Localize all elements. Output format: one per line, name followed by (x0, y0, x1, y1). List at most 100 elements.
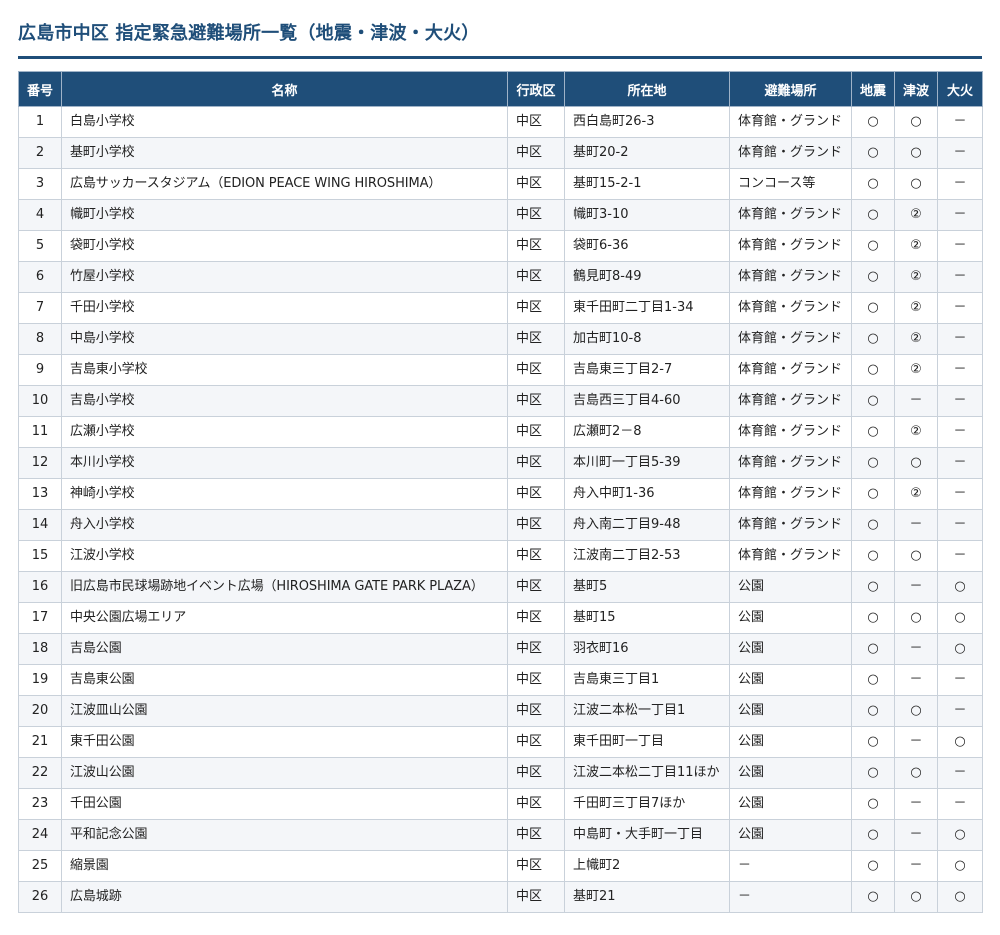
cell-shelter-type: 体育館・グランド (729, 354, 852, 386)
cell-fire: － (937, 292, 983, 324)
cell-earthquake: ○ (851, 881, 895, 913)
table-row: 6 竹屋小学校 中区 鶴見町8-49 体育館・グランド ○ ② － (18, 261, 983, 293)
cell-name: 広瀬小学校 (61, 416, 508, 448)
cell-tsunami: － (894, 385, 938, 417)
cell-address: 基町15-2-1 (564, 168, 730, 200)
cell-earthquake: ○ (851, 633, 895, 665)
cell-tsunami: ○ (894, 881, 938, 913)
cell-number: 22 (18, 757, 62, 789)
table-row: 18 吉島公園 中区 羽衣町16 公園 ○ － ○ (18, 633, 983, 665)
cell-ward: 中区 (507, 757, 565, 789)
cell-shelter-type: 体育館・グランド (729, 106, 852, 138)
cell-name: 吉島小学校 (61, 385, 508, 417)
cell-name: 白島小学校 (61, 106, 508, 138)
cell-shelter-type: 体育館・グランド (729, 230, 852, 262)
cell-fire: － (937, 695, 983, 727)
cell-earthquake: ○ (851, 819, 895, 851)
cell-tsunami: ○ (894, 757, 938, 789)
cell-shelter-type: 公園 (729, 664, 852, 696)
cell-earthquake: ○ (851, 416, 895, 448)
cell-address: 江波二本松一丁目1 (564, 695, 730, 727)
table-row: 26 広島城跡 中区 基町21 － ○ ○ ○ (18, 881, 983, 913)
cell-tsunami: ② (894, 199, 938, 231)
cell-fire: ○ (937, 602, 983, 634)
cell-ward: 中区 (507, 385, 565, 417)
cell-fire: － (937, 261, 983, 293)
table-row: 24 平和記念公園 中区 中島町・大手町一丁目 公園 ○ － ○ (18, 819, 983, 851)
cell-tsunami: ② (894, 261, 938, 293)
cell-ward: 中区 (507, 602, 565, 634)
cell-address: 千田町三丁目7ほか (564, 788, 730, 820)
cell-ward: 中区 (507, 881, 565, 913)
cell-fire: － (937, 106, 983, 138)
table-row: 9 吉島東小学校 中区 吉島東三丁目2-7 体育館・グランド ○ ② － (18, 354, 983, 386)
cell-name: 千田小学校 (61, 292, 508, 324)
cell-earthquake: ○ (851, 323, 895, 355)
cell-earthquake: ○ (851, 168, 895, 200)
cell-number: 17 (18, 602, 62, 634)
cell-ward: 中区 (507, 168, 565, 200)
cell-earthquake: ○ (851, 199, 895, 231)
cell-fire: － (937, 509, 983, 541)
cell-fire: － (937, 323, 983, 355)
cell-address: 鶴見町8-49 (564, 261, 730, 293)
cell-tsunami: － (894, 788, 938, 820)
cell-address: 基町15 (564, 602, 730, 634)
cell-number: 23 (18, 788, 62, 820)
cell-name: 舟入小学校 (61, 509, 508, 541)
cell-address: 本川町一丁目5-39 (564, 447, 730, 479)
cell-shelter-type: 公園 (729, 695, 852, 727)
cell-ward: 中区 (507, 850, 565, 882)
cell-ward: 中区 (507, 540, 565, 572)
cell-shelter-type: － (729, 881, 852, 913)
cell-tsunami: － (894, 819, 938, 851)
cell-name: 神崎小学校 (61, 478, 508, 510)
cell-address: 吉島東三丁目1 (564, 664, 730, 696)
cell-tsunami: － (894, 726, 938, 758)
cell-number: 13 (18, 478, 62, 510)
cell-number: 12 (18, 447, 62, 479)
header-tsunami: 津波 (894, 71, 938, 107)
cell-name: 中島小学校 (61, 323, 508, 355)
table-row: 12 本川小学校 中区 本川町一丁目5-39 体育館・グランド ○ ○ － (18, 447, 983, 479)
cell-tsunami: ○ (894, 695, 938, 727)
cell-address: 吉島東三丁目2-7 (564, 354, 730, 386)
cell-address: 広瀬町2－8 (564, 416, 730, 448)
cell-fire: ○ (937, 850, 983, 882)
cell-name: 中央公園広場エリア (61, 602, 508, 634)
cell-name: 東千田公園 (61, 726, 508, 758)
cell-fire: － (937, 788, 983, 820)
cell-ward: 中区 (507, 819, 565, 851)
cell-shelter-type: 体育館・グランド (729, 199, 852, 231)
header-name: 名称 (61, 71, 508, 107)
cell-ward: 中区 (507, 230, 565, 262)
cell-fire: － (937, 664, 983, 696)
cell-tsunami: ○ (894, 137, 938, 169)
cell-tsunami: ○ (894, 540, 938, 572)
cell-earthquake: ○ (851, 788, 895, 820)
table-row: 1 白島小学校 中区 西白島町26-3 体育館・グランド ○ ○ － (18, 106, 983, 138)
cell-earthquake: ○ (851, 695, 895, 727)
cell-address: 羽衣町16 (564, 633, 730, 665)
cell-shelter-type: 体育館・グランド (729, 478, 852, 510)
table-row: 16 旧広島市民球場跡地イベント広場（HIROSHIMA GATE PARK PL… (18, 571, 983, 603)
cell-tsunami: ○ (894, 106, 938, 138)
cell-shelter-type: 公園 (729, 726, 852, 758)
cell-tsunami: ② (894, 323, 938, 355)
cell-fire: ○ (937, 726, 983, 758)
table-row: 5 袋町小学校 中区 袋町6-36 体育館・グランド ○ ② － (18, 230, 983, 262)
cell-name: 吉島東公園 (61, 664, 508, 696)
table-row: 23 千田公園 中区 千田町三丁目7ほか 公園 ○ －－ (18, 788, 983, 820)
cell-address: 基町21 (564, 881, 730, 913)
cell-address: 袋町6-36 (564, 230, 730, 262)
cell-earthquake: ○ (851, 850, 895, 882)
cell-number: 3 (18, 168, 62, 200)
table-row: 8 中島小学校 中区 加古町10-8 体育館・グランド ○ ② － (18, 323, 983, 355)
cell-number: 10 (18, 385, 62, 417)
table-row: 7 千田小学校 中区 東千田町二丁目1-34 体育館・グランド ○ ② － (18, 292, 983, 324)
cell-tsunami: ○ (894, 168, 938, 200)
cell-fire: ○ (937, 819, 983, 851)
cell-ward: 中区 (507, 199, 565, 231)
cell-tsunami: ○ (894, 602, 938, 634)
cell-shelter-type: 体育館・グランド (729, 509, 852, 541)
